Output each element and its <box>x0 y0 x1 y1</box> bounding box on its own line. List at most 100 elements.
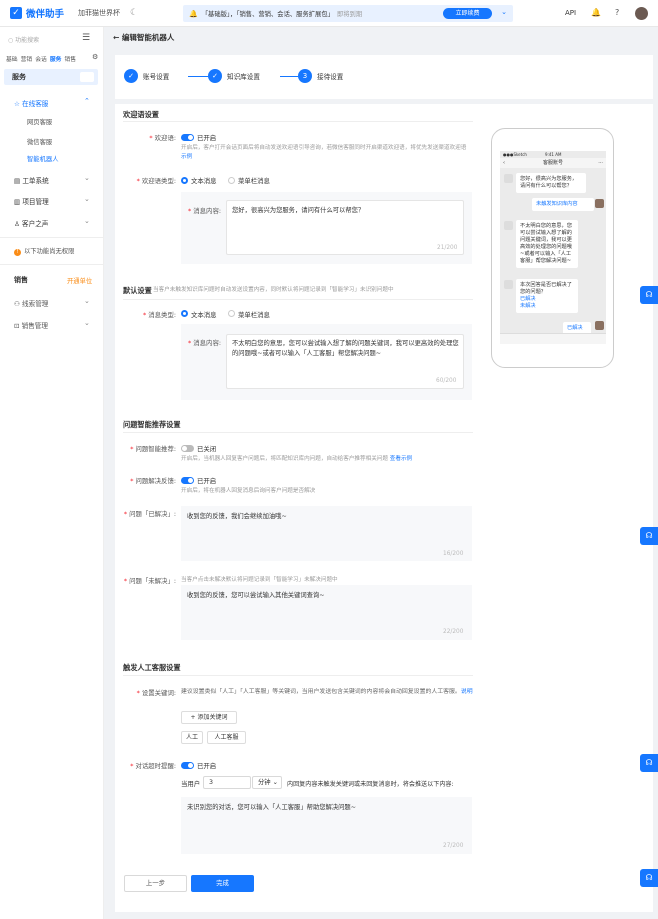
label-text: 问题解决反馈 <box>135 477 174 485</box>
moon-icon[interactable]: ☾ <box>130 8 138 18</box>
sidebar-item-sales-management[interactable]: ⊡ 销售管理 <box>14 320 48 330</box>
sidebar-item-project[interactable]: ▥ 项目管理 <box>14 196 49 206</box>
welcome-content-text: 您好，很高兴为您服务，请问有什么可以帮您？ <box>232 207 365 214</box>
sidebar-item-wechat-service[interactable]: 微信客服 <box>27 137 52 146</box>
page-title: ← 编辑智能机器人 <box>113 32 174 43</box>
keyword-tag[interactable]: 人工客服 <box>207 731 246 744</box>
radio-label: 文本消息 <box>191 311 217 319</box>
tab-session[interactable]: 会话 <box>35 54 47 63</box>
step-label: 账号设置 <box>143 73 170 81</box>
api-link[interactable]: API <box>565 9 576 17</box>
timeout-unit-select[interactable]: 分钟 ⌄ <box>252 776 282 789</box>
headset-icon[interactable]: ☊ <box>640 869 658 887</box>
phone-screen: ●●●Sketch 9:41 AM ‹ 客服账号 ··· 您好，很高兴为您服务，请问有… <box>500 151 606 344</box>
help-icon[interactable]: ? <box>615 8 619 17</box>
menu-icon[interactable]: ☰ <box>82 33 90 43</box>
radio-label: 文本消息 <box>191 177 217 185</box>
warning-icon: ! <box>14 249 21 256</box>
radio-text-message[interactable] <box>181 177 188 184</box>
sidebar-item-label: 项目管理 <box>22 198 49 206</box>
back-arrow-icon[interactable]: ← <box>113 33 122 42</box>
chat-bubble: 您好，很高兴为您服务，请问有什么可以帮您？ <box>516 173 586 193</box>
divider <box>0 237 104 238</box>
sidebar-item-web-service[interactable]: 网页客服 <box>27 117 52 126</box>
prev-button[interactable]: 上一步 <box>124 875 187 892</box>
notice-text: 「基础版」，「销售、营销、会话、服务扩展包」 <box>201 11 334 18</box>
radio-text-message[interactable] <box>181 310 188 317</box>
sidebar-item-online-service[interactable]: ☆ 在线客服 <box>14 98 48 108</box>
desc-text: 开启后，当机器人回复客户问题后，将匹配知识库内问题，自动给客户推荐相关问题 <box>181 456 388 462</box>
chevron-up-icon[interactable]: ⌃ <box>84 97 90 105</box>
welcome-toggle[interactable] <box>181 134 194 141</box>
section-service[interactable]: 服务 <box>4 69 98 85</box>
sidebar-item-leads[interactable]: ⚇ 线索管理 <box>14 298 48 308</box>
timeout-toggle[interactable] <box>181 762 194 769</box>
search-input[interactable]: ○ 功能搜索 <box>8 35 78 46</box>
chevron-down-icon[interactable]: ⌄ <box>84 195 90 203</box>
sidebar-item-voice[interactable]: ♙ 客户之声 <box>14 218 48 228</box>
headset-icon[interactable]: ☊ <box>640 286 658 304</box>
keyword-tag[interactable]: 人工 <box>181 731 203 744</box>
sales-open-link[interactable]: 开通单位 <box>67 276 92 285</box>
step-connector <box>280 76 298 77</box>
sidebar-item-smart-robot[interactable]: 智能机器人 <box>27 154 58 163</box>
timeout-desc: 内回复内容未触发关键词或未回复消息时，将会推送以下内容: <box>287 781 454 788</box>
step-knowledge[interactable]: ✓ 知识库设置 <box>208 69 260 83</box>
explain-link[interactable]: 说明 <box>461 689 473 695</box>
headset-icon[interactable]: ☊ <box>640 527 658 545</box>
top-bar: ✓ 微伴助手 加菲猫世界杯 ☾ 🔔 「基础版」，「销售、营销、会话、服务扩展包」… <box>0 0 658 27</box>
radio-menu-message[interactable] <box>228 310 235 317</box>
smart-recommend-toggle[interactable] <box>181 445 194 452</box>
tab-basic[interactable]: 基础 <box>6 54 18 63</box>
unsolved-desc: 当客户点击未解决默认将问题记录到「智能学习」未解决问题中 <box>181 577 338 583</box>
timeout-minutes-input[interactable]: 3 <box>203 776 251 789</box>
radio-label: 菜单栏消息 <box>238 311 270 319</box>
chevron-down-icon[interactable]: ⌄ <box>501 8 507 16</box>
timeout-state: 已开启 <box>197 762 217 770</box>
sidebar-item-ticket[interactable]: ▤ 工单系统 <box>14 175 49 185</box>
section-toggle[interactable] <box>80 72 94 82</box>
example-link[interactable]: 查看示例 <box>390 456 412 462</box>
step-connector <box>188 76 208 77</box>
radio-menu-message[interactable] <box>228 177 235 184</box>
feedback-desc: 开启后，将在机器人回复消息后询问客户问题是否解决 <box>181 488 316 494</box>
feedback-toggle[interactable] <box>181 477 194 484</box>
chevron-down-icon[interactable]: ⌄ <box>84 297 90 305</box>
renew-button[interactable]: 立即续费 <box>443 8 492 19</box>
avatar[interactable] <box>635 7 648 20</box>
tab-sales[interactable]: 销售 <box>64 54 76 63</box>
divider <box>123 432 473 433</box>
chevron-down-icon[interactable]: ⌄ <box>84 217 90 225</box>
phone-status-bar: ●●●Sketch 9:41 AM <box>500 151 606 158</box>
char-counter: 21/200 <box>437 245 458 251</box>
headset-icon[interactable]: ☊ <box>640 754 658 772</box>
tab-service[interactable]: 服务 <box>50 54 62 63</box>
divider <box>123 121 473 122</box>
expiry-notice: 🔔 「基础版」，「销售、营销、会话、服务扩展包」 即将到期 立即续费 ⌄ <box>183 5 513 22</box>
done-button[interactable]: 完成 <box>191 875 254 892</box>
page-title-text: 编辑智能机器人 <box>121 33 175 42</box>
label-text: 欢迎语类型 <box>141 177 174 185</box>
example-link[interactable]: 示例 <box>181 154 192 160</box>
welcome-content-label: * 消息内容: <box>188 207 221 215</box>
logo[interactable]: ✓ 微伴助手 <box>10 6 64 20</box>
gear-icon[interactable]: ⚙ <box>92 53 98 61</box>
sidebar: ○ 功能搜索 ☰ 基础 营销 会话 服务 销售 ⚙ 服务 ☆ 在线客服 ⌃ 网页… <box>0 27 104 919</box>
company-name[interactable]: 加菲猫世界杯 <box>78 8 120 18</box>
step-reception[interactable]: 3 接待设置 <box>298 69 343 83</box>
tab-marketing[interactable]: 营销 <box>21 54 33 63</box>
add-keyword-button[interactable]: + 添加关键词 <box>181 711 237 724</box>
keyword-label: * 设置关键词: <box>136 689 176 697</box>
divider <box>0 264 104 265</box>
chevron-down-icon[interactable]: ⌄ <box>84 319 90 327</box>
timeout-label: * 对话超时提醒: <box>130 762 176 770</box>
solved-option: 已解决 <box>520 296 536 302</box>
step-account[interactable]: ✓ 账号设置 <box>124 69 169 83</box>
label-text: 设置关键词 <box>141 689 174 697</box>
chevron-down-icon[interactable]: ⌄ <box>84 174 90 182</box>
user-avatar <box>595 321 604 330</box>
step-indicator: ✓ 账号设置 ✓ 知识库设置 3 接待设置 <box>115 55 653 99</box>
solved-text: 收到您的反馈，我们会继续加油哦~ <box>187 513 287 520</box>
phone-input-bar <box>500 333 606 344</box>
notification-icon[interactable]: 🔔 <box>591 8 601 17</box>
